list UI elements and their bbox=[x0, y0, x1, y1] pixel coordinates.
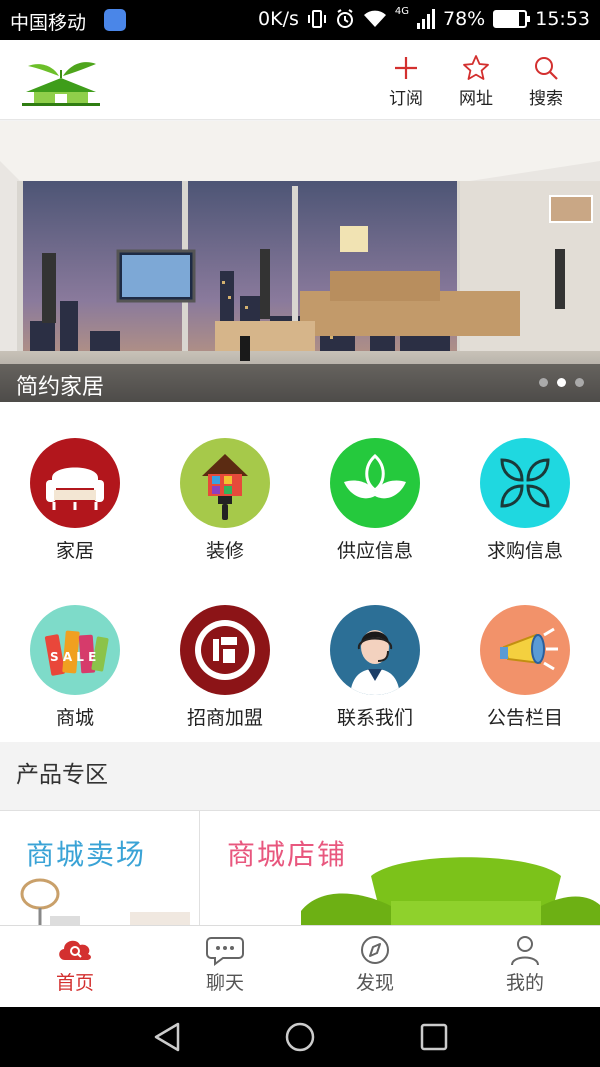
wifi-icon bbox=[363, 10, 386, 27]
megaphone-icon bbox=[480, 605, 570, 695]
app-header: 订阅 网址 搜索 bbox=[0, 40, 600, 120]
clock: 15:53 bbox=[535, 8, 590, 30]
notification-app-icon bbox=[104, 9, 126, 31]
back-icon[interactable] bbox=[152, 1021, 182, 1053]
tab-label: 聊天 bbox=[205, 972, 244, 994]
grid-item-label: 供应信息 bbox=[336, 540, 413, 562]
url-button[interactable]: 网址 bbox=[446, 54, 506, 109]
product-card-title: 商城卖场 bbox=[26, 838, 147, 871]
grid-item-purchase[interactable]: 求购信息 bbox=[450, 438, 600, 563]
grid-item-label: 公告栏目 bbox=[486, 707, 563, 729]
grid-item-label: 家居 bbox=[55, 540, 94, 562]
sale-tags-icon: S A L E bbox=[30, 605, 120, 695]
compass-icon bbox=[361, 936, 389, 964]
battery-fill bbox=[495, 12, 519, 26]
battery-percent: 78% bbox=[443, 8, 486, 30]
product-area: 商城卖场 商城店铺 bbox=[0, 810, 600, 925]
search-label: 搜索 bbox=[529, 89, 563, 109]
tab-chat[interactable]: 聊天 bbox=[150, 934, 300, 995]
search-icon bbox=[535, 57, 558, 80]
vibrate-icon bbox=[307, 10, 326, 28]
lamp-image bbox=[20, 878, 190, 925]
grid-item-contact[interactable]: 联系我们 bbox=[300, 605, 450, 730]
battery-icon bbox=[493, 10, 531, 28]
sofa-icon bbox=[30, 438, 120, 528]
tab-label: 首页 bbox=[55, 972, 94, 994]
paint-brush-icon bbox=[180, 438, 270, 528]
grid-item-mall[interactable]: S A L E 商城 bbox=[0, 605, 150, 730]
banner-caption-bar: 简约家居 bbox=[0, 364, 600, 402]
tab-me[interactable]: 我的 bbox=[450, 934, 600, 995]
system-nav-bar bbox=[0, 1007, 600, 1067]
grid-item-label: 装修 bbox=[205, 540, 244, 562]
star-icon bbox=[463, 55, 489, 80]
tab-discover[interactable]: 发现 bbox=[300, 934, 450, 995]
green-sofa-image bbox=[301, 857, 600, 925]
svg-text:S A L E: S A L E bbox=[50, 650, 96, 664]
tab-label: 发现 bbox=[355, 972, 394, 994]
product-card-store[interactable]: 商城店铺 bbox=[201, 811, 600, 925]
section-title: 产品专区 bbox=[16, 762, 108, 788]
grid-item-notice[interactable]: 公告栏目 bbox=[450, 605, 600, 730]
alarm-icon bbox=[336, 9, 353, 28]
grid-item-label: 联系我们 bbox=[336, 707, 413, 729]
product-card-mall[interactable]: 商城卖场 bbox=[0, 811, 200, 925]
grid-item-franchise[interactable]: 招商加盟 bbox=[150, 605, 300, 730]
cloud-search-icon bbox=[59, 940, 91, 960]
bottom-tab-bar: 首页 聊天 发现 我的 bbox=[0, 925, 600, 1007]
plus-icon bbox=[395, 57, 417, 79]
search-button[interactable]: 搜索 bbox=[516, 54, 576, 109]
house-leaf-logo[interactable] bbox=[22, 60, 100, 106]
status-bar: 中国移动 0K/s 4G 78% 15:53 bbox=[0, 0, 600, 40]
carrier-name: 中国移动 bbox=[10, 12, 87, 34]
customer-service-icon bbox=[330, 605, 420, 695]
grid-item-supply[interactable]: 供应信息 bbox=[300, 438, 450, 563]
tab-home[interactable]: 首页 bbox=[0, 934, 150, 995]
grid-item-home[interactable]: 家居 bbox=[0, 438, 150, 563]
banner-caption: 简约家居 bbox=[16, 375, 105, 400]
network-type: 4G bbox=[394, 5, 409, 17]
subscribe-button[interactable]: 订阅 bbox=[376, 54, 436, 109]
url-label: 网址 bbox=[459, 89, 493, 109]
grid-item-label: 商城 bbox=[55, 707, 94, 729]
subscribe-label: 订阅 bbox=[389, 89, 423, 109]
petals-icon bbox=[480, 438, 570, 528]
grid-item-decoration[interactable]: 装修 bbox=[150, 438, 300, 563]
zhao-badge-icon bbox=[180, 605, 270, 695]
signal-icon bbox=[417, 9, 435, 29]
grid-item-label: 求购信息 bbox=[486, 540, 563, 562]
carousel-dot[interactable] bbox=[539, 378, 548, 387]
carousel-dot-active[interactable] bbox=[557, 378, 566, 387]
network-speed: 0K/s bbox=[258, 8, 299, 30]
recents-icon[interactable] bbox=[420, 1021, 448, 1053]
tab-label: 我的 bbox=[505, 972, 544, 994]
category-grid: 家居 装修 供应信息 求购信息 S A L E 商城 招商加盟 联系我们 公告栏… bbox=[0, 402, 600, 742]
carousel-dot[interactable] bbox=[575, 378, 584, 387]
grid-item-label: 招商加盟 bbox=[186, 707, 263, 729]
banner-carousel[interactable]: 简约家居 bbox=[0, 121, 600, 402]
leaf-icon bbox=[330, 438, 420, 528]
banner-image bbox=[0, 121, 600, 402]
user-icon bbox=[511, 936, 539, 966]
carousel-indicator bbox=[539, 378, 584, 387]
home-icon[interactable] bbox=[284, 1021, 316, 1053]
chat-bubble-icon bbox=[206, 937, 244, 966]
